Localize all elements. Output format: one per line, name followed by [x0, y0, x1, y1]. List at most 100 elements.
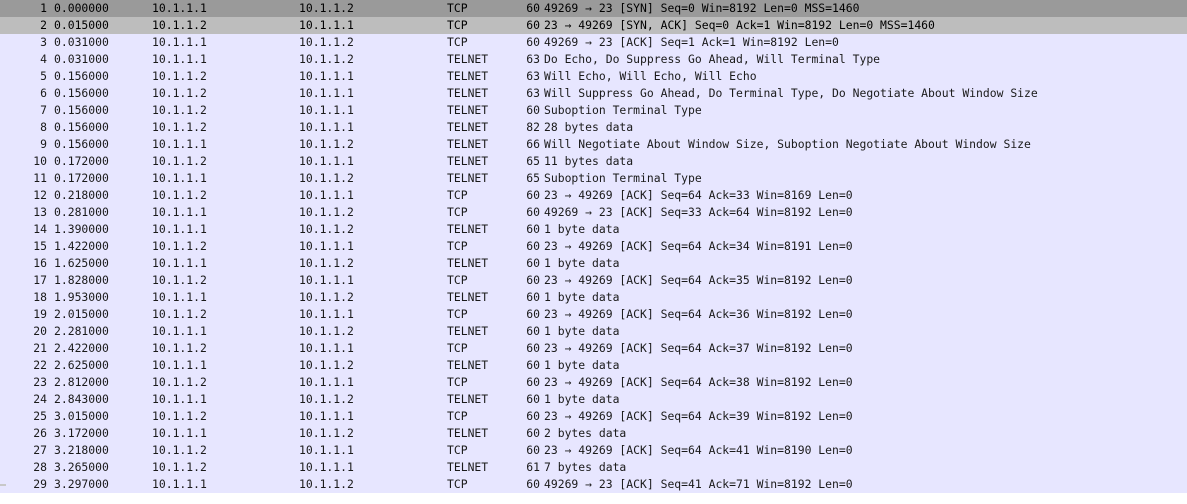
packet-number: 25 [33, 409, 47, 423]
packet-destination: 10.1.1.1 [299, 341, 354, 355]
packet-length: 60 [526, 477, 540, 491]
packet-destination: 10.1.1.2 [299, 392, 354, 406]
packet-length: 60 [526, 426, 540, 440]
packet-protocol: TELNET [447, 290, 489, 304]
packet-row[interactable]: 4 0.031000 10.1.1.1 10.1.1.2 TELNET 63 Do Echo… [0, 51, 1187, 68]
packet-list[interactable]: 1 0.000000 10.1.1.1 10.1.1.2 TCP 60 49269 → 23… [0, 0, 1187, 504]
packet-time: 1.828000 [54, 273, 109, 287]
packet-row[interactable]: 18 1.953000 10.1.1.1 10.1.1.2 TELNET 60 1 byte… [0, 289, 1187, 306]
packet-row[interactable]: 11 0.172000 10.1.1.1 10.1.1.2 TELNET 65 Subopt… [0, 170, 1187, 187]
packet-info: 23 → 49269 [ACK] Seq=64 Ack=37 Win=8192 … [544, 341, 853, 355]
packet-protocol: TELNET [447, 392, 489, 406]
packet-source: 10.1.1.1 [152, 392, 207, 406]
packet-time: 0.156000 [54, 86, 109, 100]
packet-info: Will Suppress Go Ahead, Do Terminal Type… [544, 86, 1038, 100]
packet-info: Suboption Terminal Type [544, 103, 702, 117]
packet-row[interactable]: 14 1.390000 10.1.1.1 10.1.1.2 TELNET 60 1 byte… [0, 221, 1187, 238]
packet-info: Will Negotiate About Window Size, Subopt… [544, 137, 1031, 151]
packet-row[interactable]: 20 2.281000 10.1.1.1 10.1.1.2 TELNET 60 1 byte… [0, 323, 1187, 340]
packet-destination: 10.1.1.2 [299, 477, 354, 491]
packet-row[interactable]: 16 1.625000 10.1.1.1 10.1.1.2 TELNET 60 1 byte… [0, 255, 1187, 272]
packet-number: 22 [33, 358, 47, 372]
packet-time: 3.265000 [54, 460, 109, 474]
packet-protocol: TELNET [447, 103, 489, 117]
packet-source: 10.1.1.2 [152, 239, 207, 253]
packet-time: 2.015000 [54, 307, 109, 321]
packet-destination: 10.1.1.1 [299, 86, 354, 100]
packet-info: 23 → 49269 [ACK] Seq=64 Ack=34 Win=8191 … [544, 239, 853, 253]
packet-protocol: TCP [447, 1, 468, 15]
packet-time: 0.000000 [54, 1, 109, 15]
packet-row[interactable]: 5 0.156000 10.1.1.2 10.1.1.1 TELNET 63 Will Ec… [0, 68, 1187, 85]
packet-row[interactable]: 27 3.218000 10.1.1.2 10.1.1.1 TCP 60 23 → 4926… [0, 442, 1187, 459]
packet-protocol: TCP [447, 205, 468, 219]
packet-protocol: TCP [447, 409, 468, 423]
packet-row[interactable]: 7 0.156000 10.1.1.2 10.1.1.1 TELNET 60 Subopti… [0, 102, 1187, 119]
packet-destination: 10.1.1.2 [299, 426, 354, 440]
packet-number: 7 [40, 103, 47, 117]
packet-number: 12 [33, 188, 47, 202]
packet-number: 14 [33, 222, 47, 236]
packet-protocol: TCP [447, 443, 468, 457]
packet-destination: 10.1.1.1 [299, 239, 354, 253]
packet-source: 10.1.1.2 [152, 273, 207, 287]
packet-row[interactable]: 8 0.156000 10.1.1.2 10.1.1.1 TELNET 82 28 byte… [0, 119, 1187, 136]
packet-protocol: TCP [447, 375, 468, 389]
packet-row[interactable]: 10 0.172000 10.1.1.2 10.1.1.1 TELNET 65 11 byt… [0, 153, 1187, 170]
packet-time: 0.031000 [54, 35, 109, 49]
packet-row[interactable]: 12 0.218000 10.1.1.2 10.1.1.1 TCP 60 23 → 4926… [0, 187, 1187, 204]
packet-number: 23 [33, 375, 47, 389]
packet-row[interactable]: 2 0.015000 10.1.1.2 10.1.1.1 TCP 60 23 → 49269… [0, 17, 1187, 34]
packet-source: 10.1.1.2 [152, 188, 207, 202]
packet-row[interactable]: 25 3.015000 10.1.1.2 10.1.1.1 TCP 60 23 → 4926… [0, 408, 1187, 425]
packet-destination: 10.1.1.1 [299, 120, 354, 134]
packet-source: 10.1.1.1 [152, 358, 207, 372]
packet-row[interactable]: 24 2.843000 10.1.1.1 10.1.1.2 TELNET 60 1 byte… [0, 391, 1187, 408]
packet-row[interactable]: 3 0.031000 10.1.1.1 10.1.1.2 TCP 60 49269 → 23… [0, 34, 1187, 51]
packet-number: 28 [33, 460, 47, 474]
packet-row[interactable]: 6 0.156000 10.1.1.2 10.1.1.1 TELNET 63 Will Su… [0, 85, 1187, 102]
packet-time: 2.281000 [54, 324, 109, 338]
packet-row[interactable]: 1 0.000000 10.1.1.1 10.1.1.2 TCP 60 49269 → 23… [0, 0, 1187, 17]
packet-row[interactable]: 9 0.156000 10.1.1.1 10.1.1.2 TELNET 66 Will Ne… [0, 136, 1187, 153]
packet-row[interactable]: 28 3.265000 10.1.1.2 10.1.1.1 TELNET 61 7 byte… [0, 459, 1187, 476]
packet-destination: 10.1.1.1 [299, 460, 354, 474]
packet-row[interactable]: 13 0.281000 10.1.1.1 10.1.1.2 TCP 60 49269 → 2… [0, 204, 1187, 221]
packet-time: 1.390000 [54, 222, 109, 236]
packet-row[interactable]: 17 1.828000 10.1.1.2 10.1.1.1 TCP 60 23 → 4926… [0, 272, 1187, 289]
packet-time: 2.625000 [54, 358, 109, 372]
packet-destination: 10.1.1.2 [299, 205, 354, 219]
packet-length: 60 [526, 1, 540, 15]
packet-time: 1.953000 [54, 290, 109, 304]
packet-row[interactable]: 15 1.422000 10.1.1.2 10.1.1.1 TCP 60 23 → 4926… [0, 238, 1187, 255]
packet-protocol: TELNET [447, 154, 489, 168]
packet-row[interactable]: 23 2.812000 10.1.1.2 10.1.1.1 TCP 60 23 → 4926… [0, 374, 1187, 391]
packet-time: 2.812000 [54, 375, 109, 389]
packet-info: 23 → 49269 [ACK] Seq=64 Ack=41 Win=8190 … [544, 443, 853, 457]
packet-time: 3.297000 [54, 477, 109, 491]
packet-destination: 10.1.1.1 [299, 154, 354, 168]
packet-source: 10.1.1.1 [152, 290, 207, 304]
packet-info: 49269 → 23 [ACK] Seq=41 Ack=71 Win=8192 … [544, 477, 853, 491]
packet-info: 1 byte data [544, 290, 620, 304]
packet-time: 2.422000 [54, 341, 109, 355]
packet-row[interactable]: 19 2.015000 10.1.1.2 10.1.1.1 TCP 60 23 → 4926… [0, 306, 1187, 323]
packet-protocol: TELNET [447, 358, 489, 372]
packet-protocol: TELNET [447, 460, 489, 474]
packet-time: 0.156000 [54, 103, 109, 117]
packet-destination: 10.1.1.1 [299, 375, 354, 389]
packet-info: Will Echo, Will Echo, Will Echo [544, 69, 757, 83]
packet-time: 0.031000 [54, 52, 109, 66]
packet-row[interactable]: 21 2.422000 10.1.1.2 10.1.1.1 TCP 60 23 → 4926… [0, 340, 1187, 357]
packet-length: 60 [526, 324, 540, 338]
packet-source: 10.1.1.1 [152, 222, 207, 236]
packet-info: 23 → 49269 [ACK] Seq=64 Ack=39 Win=8192 … [544, 409, 853, 423]
packet-row[interactable]: 22 2.625000 10.1.1.1 10.1.1.2 TELNET 60 1 byte… [0, 357, 1187, 374]
packet-row[interactable]: 26 3.172000 10.1.1.1 10.1.1.2 TELNET 60 2 byte… [0, 425, 1187, 442]
packet-row[interactable]: 29 3.297000 10.1.1.1 10.1.1.2 TCP 60 49269 → 2… [0, 476, 1187, 493]
packet-time: 0.156000 [54, 120, 109, 134]
packet-number: 11 [33, 171, 47, 185]
packet-number: 4 [40, 52, 47, 66]
packet-length: 65 [526, 154, 540, 168]
packet-source: 10.1.1.2 [152, 409, 207, 423]
